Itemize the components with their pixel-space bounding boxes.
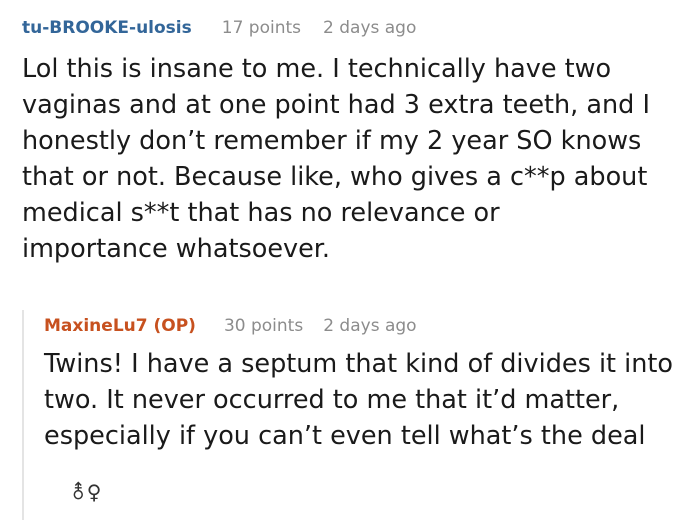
reply-points: 30 points bbox=[223, 316, 304, 336]
comment-body: Lol this is insane to me. I technically … bbox=[22, 51, 692, 267]
reply-line: Twins! I have a septum that kind of divi… bbox=[44, 349, 673, 379]
reply-line: two. It never occurred to me that it’d m… bbox=[44, 385, 620, 415]
comment-line: Lol this is insane to me. I technically … bbox=[22, 54, 612, 84]
reply-body: Twins! I have a septum that kind of divi… bbox=[44, 346, 696, 454]
reply-indent-border bbox=[22, 310, 24, 520]
reply-timestamp[interactable]: 2 days ago bbox=[323, 316, 416, 336]
comment-author-link[interactable]: tu-BROOKE-ulosis bbox=[22, 18, 192, 38]
gender-icon: ⚨♀ bbox=[70, 480, 102, 504]
comment-thread: tu-BROOKE-ulosis 17 points 2 days ago Lo… bbox=[0, 0, 700, 520]
comment-line: medical s**t that has no relevance or bbox=[22, 198, 500, 228]
comment-line: importance whatsoever. bbox=[22, 234, 331, 264]
reply-header: MaxineLu7 (OP) 30 points 2 days ago bbox=[44, 316, 417, 336]
reply-author-link[interactable]: MaxineLu7 (OP) bbox=[44, 316, 196, 336]
reply-line: especially if you can’t even tell what’s… bbox=[44, 421, 646, 451]
comment-points: 17 points bbox=[221, 18, 302, 38]
comment-line: honestly don’t remember if my 2 year SO … bbox=[22, 126, 642, 156]
comment-timestamp[interactable]: 2 days ago bbox=[323, 18, 416, 38]
comment-line: vaginas and at one point had 3 extra tee… bbox=[22, 90, 650, 120]
comment-header: tu-BROOKE-ulosis 17 points 2 days ago bbox=[22, 18, 416, 38]
comment-line: that or not. Because like, who gives a c… bbox=[22, 162, 648, 192]
